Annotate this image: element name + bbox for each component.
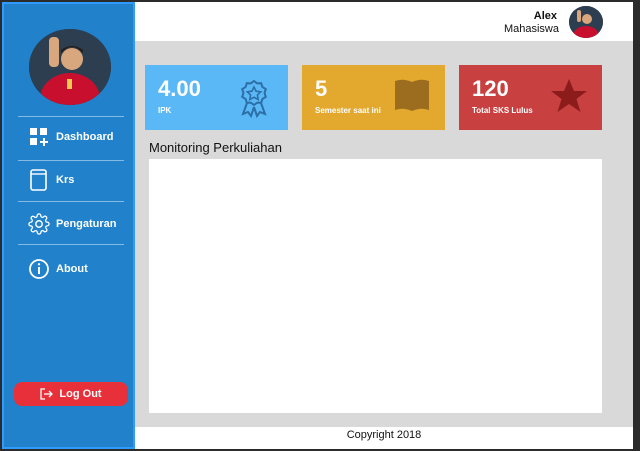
user-avatar[interactable] bbox=[569, 6, 603, 38]
monitoring-panel bbox=[149, 159, 602, 413]
top-header: Alex Mahasiswa bbox=[135, 2, 633, 41]
logout-button[interactable]: Log Out bbox=[14, 382, 128, 406]
nav-divider bbox=[18, 160, 124, 161]
logout-label: Log Out bbox=[59, 388, 102, 400]
nav-divider bbox=[18, 116, 124, 117]
stat-card-ipk: 4.00 IPK bbox=[145, 65, 288, 130]
book-icon bbox=[28, 169, 50, 191]
info-icon bbox=[28, 258, 50, 280]
sidebar-item-label: Krs bbox=[56, 174, 75, 186]
sidebar-item-pengaturan[interactable]: Pengaturan bbox=[28, 213, 117, 235]
sidebar-item-label: About bbox=[56, 263, 88, 275]
gear-icon bbox=[28, 213, 50, 235]
book-icon bbox=[393, 78, 431, 117]
copyright-text: Copyright 2018 bbox=[346, 429, 422, 441]
nav-divider bbox=[18, 201, 124, 202]
stat-value: 4.00 bbox=[158, 76, 201, 101]
footer: Copyright 2018 bbox=[135, 427, 633, 449]
stat-label: Semester saat ini bbox=[315, 106, 381, 115]
sidebar-item-label: Pengaturan bbox=[56, 218, 117, 230]
stat-label: IPK bbox=[158, 106, 172, 115]
user-role: Mahasiswa bbox=[503, 23, 559, 35]
user-name: Alex bbox=[533, 10, 557, 22]
stat-value: 120 bbox=[472, 76, 509, 101]
sidebar-item-dashboard[interactable]: Dashboard bbox=[28, 126, 113, 148]
stat-card-semester: 5 Semester saat ini bbox=[302, 65, 445, 130]
award-icon bbox=[234, 78, 274, 123]
stat-card-sks: 120 Total SKS Lulus bbox=[459, 65, 602, 130]
sidebar-item-about[interactable]: About bbox=[28, 258, 88, 280]
app-window: Dashboard Krs Pengaturan About Log Out A… bbox=[2, 2, 633, 449]
sidebar-item-label: Dashboard bbox=[56, 131, 114, 143]
stat-label: Total SKS Lulus bbox=[472, 106, 533, 115]
stat-value: 5 bbox=[315, 76, 328, 101]
sidebar-item-krs[interactable]: Krs bbox=[28, 169, 74, 191]
sidebar: Dashboard Krs Pengaturan About Log Out bbox=[2, 2, 135, 449]
star-icon bbox=[550, 78, 588, 119]
nav-divider bbox=[18, 244, 124, 245]
section-title: Monitoring Perkuliahan bbox=[149, 140, 282, 155]
dashboard-icon bbox=[28, 126, 50, 148]
profile-avatar bbox=[29, 29, 111, 105]
logout-icon bbox=[40, 388, 54, 400]
